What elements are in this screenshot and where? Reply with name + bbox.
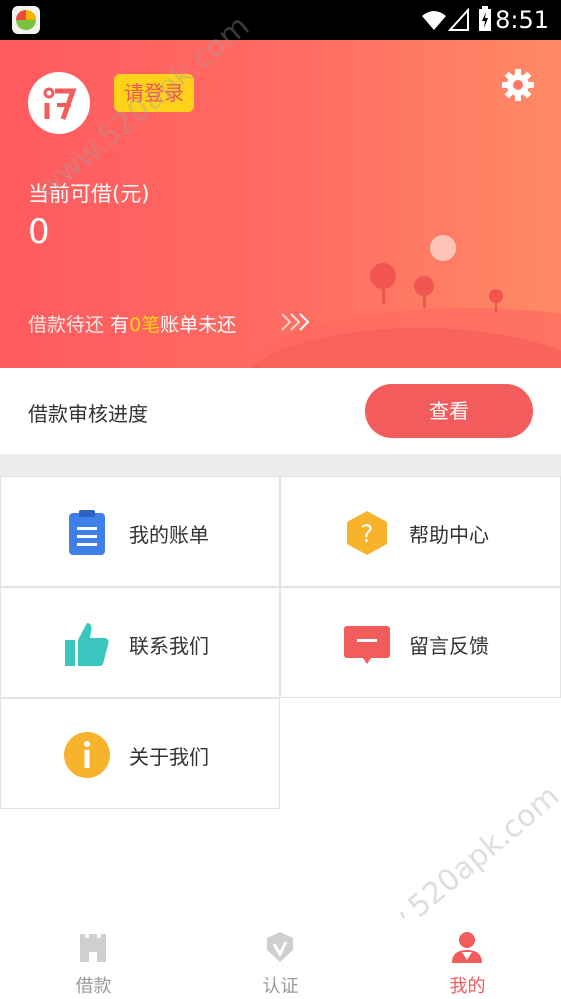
view-progress-button[interactable]: 查看 — [365, 384, 533, 438]
tab-verify[interactable]: 认证 — [187, 918, 374, 999]
app-store-icon — [12, 6, 40, 34]
tab-label: 认证 — [262, 976, 299, 997]
tab-loan[interactable]: 借款 — [0, 918, 187, 999]
gear-icon[interactable] — [501, 68, 535, 102]
thumbs-up-icon — [65, 623, 109, 666]
repay-count: 0笔 — [129, 314, 161, 336]
section-divider — [0, 454, 561, 476]
double-chevron-right-icon[interactable] — [280, 310, 314, 334]
repayment-status[interactable]: 借款待还 有0笔账单未还 — [28, 310, 236, 337]
app-logo — [28, 72, 90, 134]
menu-item-contact-us[interactable]: 联系我们 — [0, 587, 280, 698]
clock: 8:51 — [495, 6, 549, 34]
help-icon: ? — [347, 511, 387, 555]
repay-suffix: 账单未还 — [160, 314, 237, 336]
menu-item-my-bills[interactable]: 我的账单 — [0, 476, 280, 587]
loan-review-progress-label: 借款审核进度 — [28, 402, 148, 426]
menu-item-about-us[interactable]: 关于我们 — [0, 698, 280, 809]
status-bar: 8:51 — [0, 0, 561, 40]
sun-decoration — [430, 235, 456, 261]
verify-icon — [267, 932, 293, 962]
loan-review-progress-row: 借款审核进度 查看 — [0, 368, 561, 454]
svg-text:?: ? — [361, 520, 374, 548]
info-icon — [64, 732, 110, 778]
menu-item-label: 关于我们 — [129, 745, 209, 769]
menu-item-label: 联系我们 — [129, 634, 209, 658]
signal-icon — [448, 8, 469, 31]
tab-label: 我的 — [449, 976, 486, 997]
bottom-tab-bar: 借款 认证 我的 — [0, 918, 561, 999]
available-limit-value: 0 — [28, 212, 50, 252]
tab-label: 借款 — [75, 976, 112, 997]
menu-item-help-center[interactable]: ? 帮助中心 — [280, 476, 561, 587]
tab-mine[interactable]: 我的 — [374, 918, 561, 999]
profile-icon — [452, 932, 482, 963]
menu-item-feedback[interactable]: 留言反馈 — [280, 587, 561, 698]
profile-header: 请登录 当前可借(元) 0 借款待还 有0笔账单未还 — [0, 40, 561, 368]
message-icon — [344, 626, 390, 664]
menu-item-label: 留言反馈 — [409, 634, 489, 658]
menu-item-label: 我的账单 — [129, 523, 209, 547]
menu-item-label: 帮助中心 — [409, 523, 489, 547]
repay-have: 有 — [110, 314, 130, 336]
battery-icon — [479, 6, 491, 31]
wifi-icon — [422, 11, 446, 30]
bill-icon — [69, 510, 105, 555]
loan-icon — [80, 934, 106, 962]
repay-prefix: 借款待还 — [28, 314, 105, 336]
